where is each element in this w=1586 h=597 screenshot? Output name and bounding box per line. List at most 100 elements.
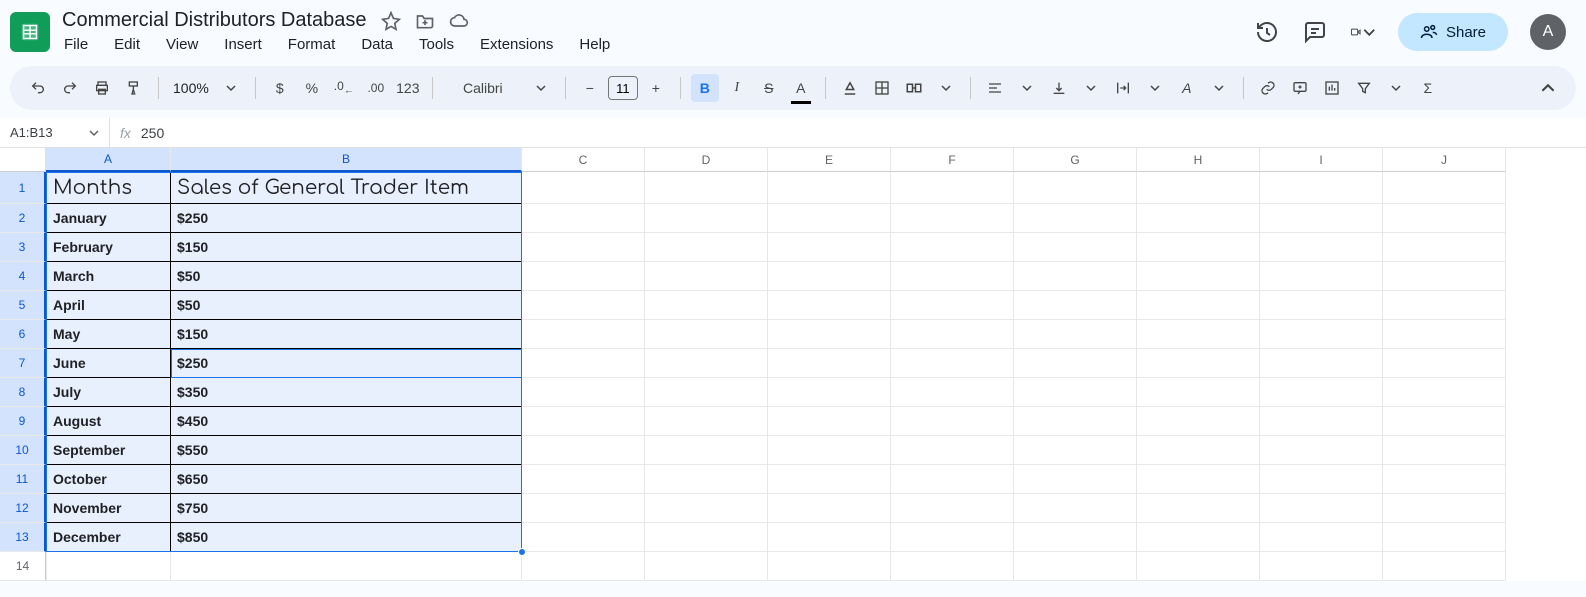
decrease-decimal-button[interactable]: .0← <box>330 74 358 102</box>
cell[interactable] <box>768 494 891 523</box>
cell[interactable] <box>645 349 768 378</box>
cell[interactable] <box>1137 465 1260 494</box>
col-header[interactable]: H <box>1137 148 1260 172</box>
cell[interactable] <box>891 320 1014 349</box>
formula-value[interactable]: 250 <box>141 125 164 141</box>
row-header[interactable]: 11 <box>0 465 46 494</box>
doc-title[interactable]: Commercial Distributors Database <box>62 9 367 32</box>
cell[interactable] <box>1383 262 1506 291</box>
cell[interactable] <box>645 291 768 320</box>
cell[interactable] <box>768 204 891 233</box>
row-header[interactable]: 14 <box>0 552 46 581</box>
cell[interactable] <box>1383 436 1506 465</box>
cell[interactable] <box>1383 349 1506 378</box>
col-header[interactable]: D <box>645 148 768 172</box>
cell[interactable] <box>522 204 645 233</box>
cell[interactable]: December <box>46 523 171 552</box>
increase-font-button[interactable]: + <box>642 74 670 102</box>
cell[interactable] <box>891 349 1014 378</box>
cell[interactable] <box>1383 204 1506 233</box>
cell[interactable] <box>768 233 891 262</box>
cell[interactable] <box>645 320 768 349</box>
cell[interactable] <box>768 320 891 349</box>
cell[interactable]: $750 <box>171 494 522 523</box>
selection-handle[interactable] <box>518 548 526 556</box>
insert-comment-button[interactable] <box>1286 74 1314 102</box>
row-header[interactable]: 13 <box>0 523 46 552</box>
filter-button[interactable] <box>1350 74 1378 102</box>
cell[interactable] <box>1137 378 1260 407</box>
cell[interactable] <box>891 204 1014 233</box>
chevron-down-icon[interactable] <box>217 74 245 102</box>
cell[interactable]: $550 <box>171 436 522 465</box>
text-color-button[interactable]: A <box>787 74 815 102</box>
cell[interactable] <box>645 523 768 552</box>
cell[interactable] <box>1260 291 1383 320</box>
cell[interactable] <box>1014 291 1137 320</box>
history-icon[interactable] <box>1254 19 1280 45</box>
cell[interactable] <box>891 552 1014 581</box>
cell[interactable] <box>1383 407 1506 436</box>
cell[interactable] <box>891 172 1014 204</box>
cell[interactable] <box>1383 320 1506 349</box>
rotate-button[interactable]: A <box>1173 74 1201 102</box>
cell[interactable] <box>891 233 1014 262</box>
row-header[interactable]: 4 <box>0 262 46 291</box>
cell[interactable] <box>1014 407 1137 436</box>
cell[interactable] <box>522 523 645 552</box>
cell[interactable]: June <box>46 349 171 378</box>
share-button[interactable]: Share <box>1398 13 1508 51</box>
zoom-select[interactable]: 100% <box>169 74 213 102</box>
chart-button[interactable] <box>1318 74 1346 102</box>
row-header[interactable]: 12 <box>0 494 46 523</box>
cell[interactable] <box>1014 552 1137 581</box>
link-button[interactable] <box>1254 74 1282 102</box>
cell[interactable] <box>1260 465 1383 494</box>
cell[interactable]: $850 <box>171 523 522 552</box>
borders-button[interactable] <box>868 74 896 102</box>
row-header[interactable]: 8 <box>0 378 46 407</box>
col-header[interactable]: E <box>768 148 891 172</box>
cell[interactable]: September <box>46 436 171 465</box>
cell[interactable] <box>768 552 891 581</box>
cell[interactable] <box>891 407 1014 436</box>
cell[interactable] <box>1137 349 1260 378</box>
move-icon[interactable] <box>415 11 435 31</box>
cell[interactable] <box>1260 407 1383 436</box>
cell[interactable] <box>1137 233 1260 262</box>
v-align-button[interactable] <box>1045 74 1073 102</box>
row-header[interactable]: 2 <box>0 204 46 233</box>
cell[interactable]: $250 <box>171 349 522 378</box>
cell[interactable] <box>1014 378 1137 407</box>
cell[interactable] <box>645 436 768 465</box>
row-header[interactable]: 10 <box>0 436 46 465</box>
cell[interactable] <box>645 262 768 291</box>
cell[interactable] <box>522 172 645 204</box>
font-select[interactable]: Calibri <box>443 74 523 102</box>
cell[interactable] <box>768 378 891 407</box>
cell[interactable] <box>1260 262 1383 291</box>
cell[interactable]: August <box>46 407 171 436</box>
row-header[interactable]: 3 <box>0 233 46 262</box>
cell[interactable] <box>891 465 1014 494</box>
font-size-input[interactable]: 11 <box>608 76 638 100</box>
cell[interactable]: $650 <box>171 465 522 494</box>
cell[interactable] <box>1137 494 1260 523</box>
col-header[interactable]: G <box>1014 148 1137 172</box>
cell[interactable]: $250 <box>171 204 522 233</box>
cell[interactable] <box>522 349 645 378</box>
cell[interactable] <box>46 552 171 581</box>
cell[interactable] <box>768 349 891 378</box>
cell[interactable] <box>891 291 1014 320</box>
chevron-down-icon[interactable] <box>527 74 555 102</box>
cell[interactable] <box>1383 552 1506 581</box>
col-header[interactable]: C <box>522 148 645 172</box>
avatar[interactable]: A <box>1530 14 1566 50</box>
collapse-toolbar-button[interactable] <box>1534 74 1562 102</box>
star-icon[interactable] <box>381 11 401 31</box>
row-header[interactable]: 5 <box>0 291 46 320</box>
cell[interactable] <box>768 465 891 494</box>
col-header[interactable]: A <box>46 148 171 172</box>
col-header[interactable]: B <box>171 148 522 172</box>
paint-format-button[interactable] <box>120 74 148 102</box>
